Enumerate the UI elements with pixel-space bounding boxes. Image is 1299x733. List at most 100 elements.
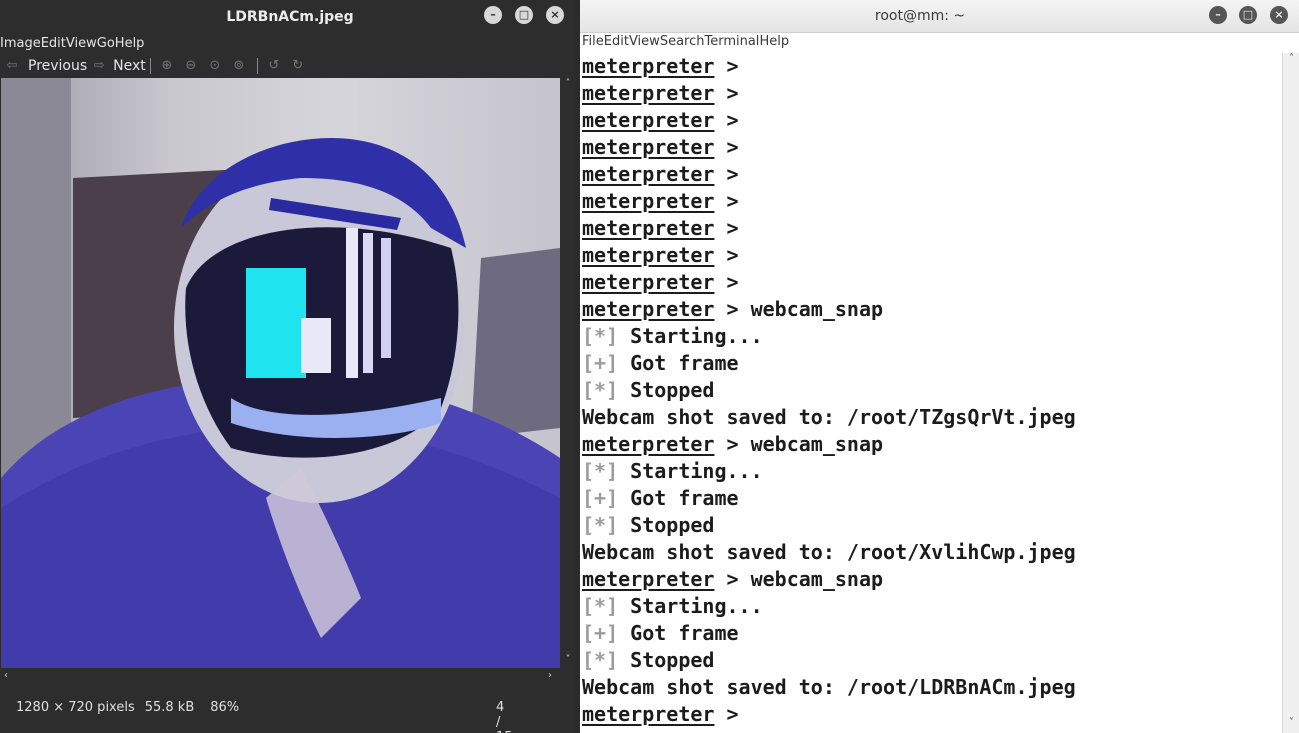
zoom-fit-icon[interactable]: ⊚ bbox=[231, 58, 247, 74]
terminal-line-text: > bbox=[714, 189, 739, 213]
terminal-line: meterpreter > bbox=[582, 188, 1282, 215]
viewer-titlebar[interactable]: LDRBnACm.jpeg – □ × bbox=[0, 0, 575, 36]
scroll-left-icon[interactable]: ‹ bbox=[4, 670, 8, 681]
terminal-line: [+] Got frame bbox=[582, 350, 1282, 377]
terminal-line-text: > webcam_snap bbox=[714, 297, 884, 321]
terminal-line: [*] Stopped bbox=[582, 377, 1282, 404]
terminal-line: meterpreter > bbox=[582, 242, 1282, 269]
menu-view[interactable]: View bbox=[629, 34, 660, 52]
terminal-line: meterpreter > bbox=[582, 215, 1282, 242]
viewer-horizontal-scrollbar[interactable]: ‹ › bbox=[0, 670, 575, 686]
next-arrow-icon: ⇨ bbox=[93, 58, 105, 73]
next-button[interactable]: ⇨ Next bbox=[91, 55, 146, 77]
terminal-line: Webcam shot saved to: /root/TZgsQrVt.jpe… bbox=[582, 404, 1282, 431]
terminal-line-text: Starting... bbox=[618, 324, 763, 348]
menu-help[interactable]: Help bbox=[115, 36, 145, 54]
terminal-line-text: Stopped bbox=[618, 513, 715, 537]
meterpreter-prompt: meterpreter bbox=[582, 243, 715, 267]
terminal-line-text: Webcam shot saved to: /root/TZgsQrVt.jpe… bbox=[582, 405, 1076, 429]
rotate-left-icon[interactable]: ↺ bbox=[266, 58, 282, 74]
meterpreter-prompt: meterpreter bbox=[582, 270, 715, 294]
viewer-vertical-scrollbar[interactable]: ˄ ˅ bbox=[561, 78, 575, 668]
terminal-line: meterpreter > bbox=[582, 701, 1282, 728]
zoom-normal-icon[interactable]: ⊙ bbox=[207, 58, 223, 74]
terminal-scrollbar[interactable]: ˄ ˅ bbox=[1282, 53, 1299, 733]
webcam-photo bbox=[1, 78, 560, 668]
status-bullet: [*] bbox=[582, 594, 619, 618]
terminal-screen[interactable]: meterpreter > meterpreter > meterpreter > m… bbox=[582, 53, 1282, 733]
terminal-line: [*] Stopped bbox=[582, 512, 1282, 539]
toolbar-separator bbox=[149, 58, 151, 74]
terminal-line: [*] Starting... bbox=[582, 323, 1282, 350]
menu-edit[interactable]: Edit bbox=[41, 36, 66, 54]
menu-edit[interactable]: Edit bbox=[604, 34, 629, 52]
next-label: Next bbox=[113, 58, 146, 74]
previous-arrow-icon: ⇦ bbox=[6, 58, 18, 73]
menu-help[interactable]: Help bbox=[759, 34, 789, 52]
meterpreter-prompt: meterpreter bbox=[582, 162, 715, 186]
terminal-line-text: Webcam shot saved to: /root/XvlihCwp.jpe… bbox=[582, 540, 1076, 564]
maximize-icon[interactable]: □ bbox=[515, 6, 533, 24]
scroll-down-icon[interactable]: ˅ bbox=[1283, 717, 1299, 728]
menu-search[interactable]: Search bbox=[660, 34, 705, 52]
meterpreter-prompt: meterpreter bbox=[582, 297, 715, 321]
terminal-line-text: > webcam_snap bbox=[714, 567, 884, 591]
meterpreter-prompt: meterpreter bbox=[582, 216, 715, 240]
scroll-right-icon[interactable]: › bbox=[548, 670, 552, 681]
terminal-menubar: File Edit View Search Terminal Help bbox=[582, 34, 789, 52]
terminal-line-text: Stopped bbox=[618, 378, 715, 402]
terminal-line: [+] Got frame bbox=[582, 485, 1282, 512]
image-position: 4 / 15 bbox=[496, 700, 513, 733]
terminal-line-text: > bbox=[714, 162, 739, 186]
terminal-line-text: Got frame bbox=[618, 351, 739, 375]
previous-button[interactable]: ⇦ Previous bbox=[4, 55, 88, 77]
terminal-title: root@mm: ~ bbox=[874, 8, 966, 24]
scroll-up-icon[interactable]: ˄ bbox=[561, 78, 575, 89]
terminal-window: root@mm: ~ – □ × File Edit View Search T… bbox=[578, 0, 1299, 733]
terminal-line-text: Starting... bbox=[618, 459, 763, 483]
menu-go[interactable]: Go bbox=[97, 36, 115, 54]
meterpreter-prompt: meterpreter bbox=[582, 189, 715, 213]
terminal-line-text: > bbox=[714, 135, 739, 159]
terminal-line: meterpreter > bbox=[582, 53, 1282, 80]
viewer-toolbar: ⇦ Previous ⇨ Next ⊕ ⊖ ⊙ ⊚ ↺ ↻ bbox=[0, 55, 575, 77]
meterpreter-prompt: meterpreter bbox=[582, 54, 715, 78]
terminal-line: meterpreter > webcam_snap bbox=[582, 431, 1282, 458]
meterpreter-prompt: meterpreter bbox=[582, 108, 715, 132]
terminal-line-text: > bbox=[714, 108, 739, 132]
status-bullet: [*] bbox=[582, 648, 619, 672]
meterpreter-prompt: meterpreter bbox=[582, 81, 715, 105]
rotate-right-icon[interactable]: ↻ bbox=[290, 58, 306, 74]
close-icon[interactable]: × bbox=[1270, 6, 1288, 24]
terminal-line: meterpreter > bbox=[582, 269, 1282, 296]
zoom-in-icon[interactable]: ⊕ bbox=[159, 58, 175, 74]
menu-image[interactable]: Image bbox=[0, 36, 41, 54]
scroll-down-icon[interactable]: ˅ bbox=[561, 654, 575, 665]
status-bullet: [+] bbox=[582, 621, 619, 645]
image-viewer-window: LDRBnACm.jpeg – □ × Image Edit View Go H… bbox=[0, 0, 575, 733]
terminal-titlebar[interactable]: root@mm: ~ – □ × bbox=[580, 0, 1299, 33]
minimize-icon[interactable]: – bbox=[1209, 6, 1227, 24]
maximize-icon[interactable]: □ bbox=[1239, 6, 1257, 24]
menu-view[interactable]: View bbox=[66, 36, 97, 54]
terminal-line-text: > bbox=[714, 702, 739, 726]
scroll-up-icon[interactable]: ˄ bbox=[1283, 53, 1299, 64]
viewer-statusbar: 1280 × 720 pixels 55.8 kB 86% 4 / 15 bbox=[16, 700, 513, 733]
meterpreter-prompt: meterpreter bbox=[582, 432, 715, 456]
terminal-line-text: > bbox=[714, 243, 739, 267]
terminal-line: meterpreter > webcam_snap bbox=[582, 296, 1282, 323]
terminal-line-text: > bbox=[714, 270, 739, 294]
zoom-out-icon[interactable]: ⊖ bbox=[183, 58, 199, 74]
terminal-line: meterpreter > bbox=[582, 134, 1282, 161]
terminal-line: meterpreter > bbox=[582, 80, 1282, 107]
status-bullet: [*] bbox=[582, 513, 619, 537]
terminal-line-text: Got frame bbox=[618, 621, 739, 645]
minimize-icon[interactable]: – bbox=[484, 6, 502, 24]
menu-terminal[interactable]: Terminal bbox=[704, 34, 759, 52]
meterpreter-prompt: meterpreter bbox=[582, 135, 715, 159]
close-icon[interactable]: × bbox=[546, 6, 564, 24]
terminal-line-text: > bbox=[714, 81, 739, 105]
terminal-line: meterpreter > bbox=[582, 161, 1282, 188]
toolbar-separator bbox=[256, 58, 258, 74]
menu-file[interactable]: File bbox=[582, 34, 604, 52]
